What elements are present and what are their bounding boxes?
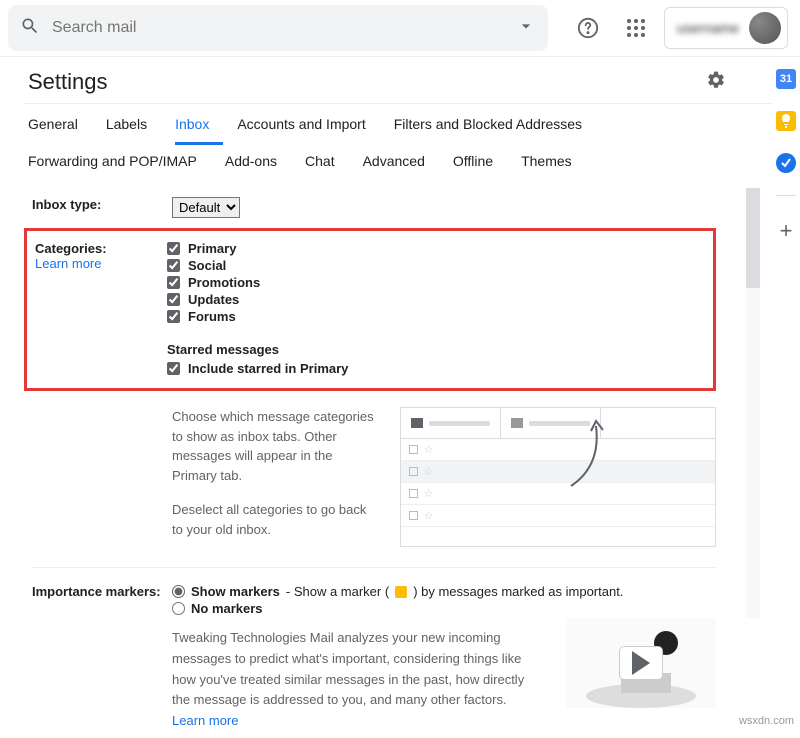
search-input[interactable] <box>52 19 516 37</box>
tasks-icon[interactable] <box>776 153 796 173</box>
page-title: Settings <box>28 69 108 95</box>
account-name: username <box>677 20 739 36</box>
categories-learn-more-link[interactable]: Learn more <box>35 256 167 271</box>
tab-advanced[interactable]: Advanced <box>363 145 439 179</box>
tab-inbox[interactable]: Inbox <box>175 108 223 145</box>
avatar[interactable] <box>749 12 781 44</box>
show-markers-radio[interactable] <box>172 585 185 598</box>
inbox-type-select[interactable]: Default <box>172 197 240 218</box>
tab-accounts[interactable]: Accounts and Import <box>237 108 379 145</box>
keep-icon[interactable] <box>776 111 796 131</box>
account-chip[interactable]: username <box>664 7 788 49</box>
scrollbar-thumb[interactable] <box>746 188 760 288</box>
categories-label: Categories: <box>35 241 167 256</box>
category-forums-checkbox[interactable] <box>167 310 180 323</box>
importance-video-thumb[interactable] <box>566 618 716 708</box>
category-updates-checkbox[interactable] <box>167 293 180 306</box>
category-social-checkbox[interactable] <box>167 259 180 272</box>
starred-heading: Starred messages <box>167 342 705 357</box>
settings-body: Inbox type: Default Categories: Learn mo… <box>24 179 772 738</box>
tab-themes[interactable]: Themes <box>521 145 586 179</box>
category-promotions-label: Promotions <box>188 275 260 290</box>
top-bar: username <box>0 0 800 56</box>
importance-learn-more-link[interactable]: Learn more <box>172 713 238 728</box>
importance-row: Importance markers: Show markers - Show … <box>32 578 716 738</box>
categories-desc-1: Choose which message categories to show … <box>172 407 380 485</box>
importance-label: Importance markers: <box>32 584 172 599</box>
importance-marker-icon <box>395 586 407 598</box>
preview-row: ☆ <box>401 439 715 461</box>
preview-row: ☆ <box>401 505 715 527</box>
help-icon[interactable] <box>568 8 608 48</box>
inbox-type-row: Inbox type: Default <box>32 191 716 224</box>
tab-labels[interactable]: Labels <box>106 108 161 145</box>
tab-filters[interactable]: Filters and Blocked Addresses <box>394 108 596 145</box>
apps-icon[interactable] <box>616 8 656 48</box>
include-starred-checkbox[interactable] <box>167 362 180 375</box>
tab-addons[interactable]: Add-ons <box>225 145 291 179</box>
category-promotions-checkbox[interactable] <box>167 276 180 289</box>
search-options-icon[interactable] <box>516 16 536 41</box>
inbox-preview: ☆ ☆ ☆ ☆ <box>400 407 716 547</box>
preview-row: ☆ <box>401 483 715 505</box>
category-forums-label: Forums <box>188 309 236 324</box>
tab-chat[interactable]: Chat <box>305 145 349 179</box>
category-primary-label: Primary <box>188 241 236 256</box>
side-panel: 31 + <box>772 57 800 738</box>
gear-icon[interactable] <box>706 70 726 95</box>
add-addon-icon[interactable]: + <box>780 218 793 244</box>
inbox-type-label: Inbox type: <box>32 197 172 212</box>
include-starred-label: Include starred in Primary <box>188 361 348 376</box>
tab-forwarding[interactable]: Forwarding and POP/IMAP <box>28 145 211 179</box>
category-updates-label: Updates <box>188 292 239 307</box>
topbar-right: username <box>568 7 788 49</box>
categories-list: Primary Social Promotions Updates Forums <box>167 241 705 324</box>
play-icon <box>632 651 650 675</box>
scrollbar[interactable] <box>746 188 760 618</box>
categories-desc-2: Deselect all categories to go back to yo… <box>172 500 380 539</box>
tab-general[interactable]: General <box>28 108 92 145</box>
importance-description: Tweaking Technologies Mail analyzes your… <box>172 628 532 732</box>
show-markers-label: Show markers <box>191 584 280 599</box>
search-box[interactable] <box>8 5 548 51</box>
search-icon <box>20 16 40 41</box>
no-markers-label: No markers <box>191 601 263 616</box>
category-social-label: Social <box>188 258 226 273</box>
categories-description-row: Choose which message categories to show … <box>32 407 716 547</box>
arrow-icon <box>561 416 621 496</box>
tab-offline[interactable]: Offline <box>453 145 507 179</box>
watermark: wsxdn.com <box>739 715 794 727</box>
preview-row: ☆ <box>401 461 715 483</box>
inbox-icon <box>411 418 423 428</box>
side-divider <box>776 195 796 196</box>
settings-header: Settings <box>24 57 772 103</box>
calendar-icon[interactable]: 31 <box>776 69 796 89</box>
categories-highlight: Categories: Learn more Primary Social Pr… <box>24 228 716 391</box>
category-primary-checkbox[interactable] <box>167 242 180 255</box>
preview-tab-primary <box>401 408 501 438</box>
show-markers-text-2: ) by messages marked as important. <box>413 584 623 599</box>
people-icon <box>511 418 523 428</box>
section-divider <box>32 567 716 568</box>
settings-tabs: General Labels Inbox Accounts and Import… <box>24 104 772 179</box>
show-markers-text-1: - Show a marker ( <box>286 584 389 599</box>
no-markers-radio[interactable] <box>172 602 185 615</box>
